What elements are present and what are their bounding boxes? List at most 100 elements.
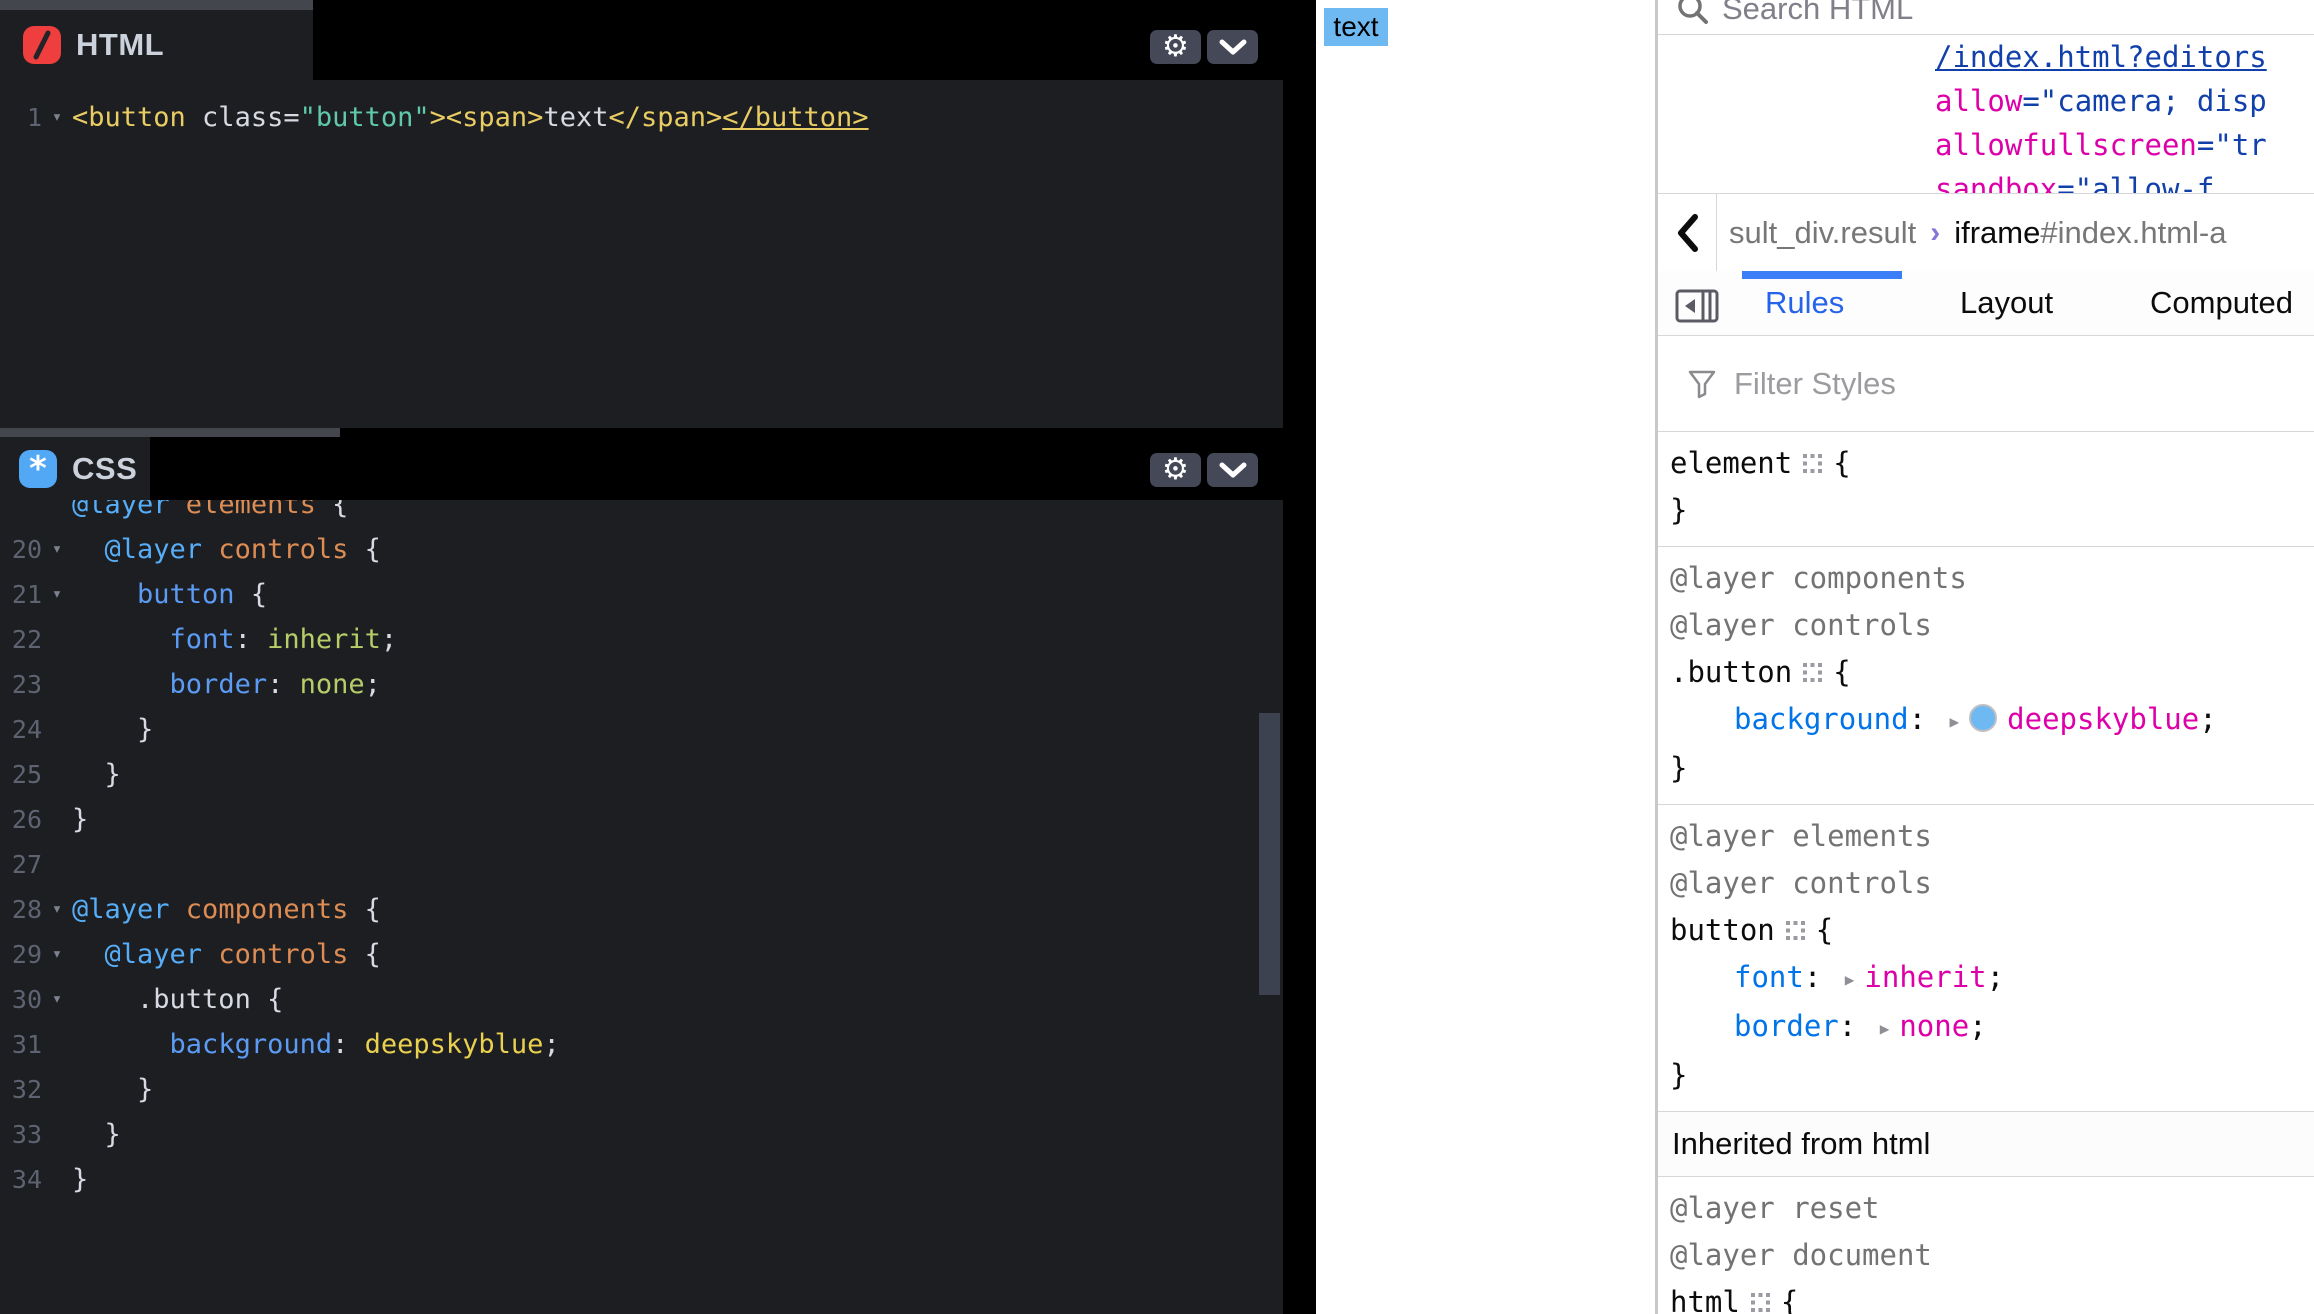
declaration-value[interactable]: inherit (1864, 960, 1986, 994)
preview-button[interactable]: text (1324, 8, 1388, 46)
markup-view[interactable]: /index.html?editors allow="camera; dispal… (1658, 35, 2314, 193)
code-line[interactable]: 24 } (0, 707, 1283, 752)
tab-rules[interactable]: Rules (1765, 285, 1844, 321)
markup-line[interactable]: allowfullscreen="tr (1658, 123, 2314, 167)
fold-caret-icon[interactable]: ▾ (42, 977, 72, 1022)
rule-selector-line: .button{ (1658, 649, 2314, 696)
tab-layout[interactable]: Layout (1960, 285, 2053, 321)
filter-styles-input[interactable]: Filter Styles (1658, 336, 2314, 432)
line-number: 20 (0, 527, 42, 572)
markup-value: ="allow-f (2057, 172, 2214, 193)
fold-caret-icon[interactable]: ▾ (42, 572, 72, 617)
line-number: 27 (0, 842, 42, 887)
breadcrumb-separator-icon: › (1930, 216, 1940, 250)
code-line[interactable]: 1▾<button class="button"><span>text</spa… (0, 95, 1283, 140)
expand-computed-icon[interactable]: ▶ (1880, 1005, 1890, 1052)
breadcrumb-divider (1716, 194, 1717, 271)
code-line[interactable]: 30▾ .button { (0, 977, 1283, 1022)
rule-block: @layer components@layer controls.button{… (1658, 547, 2314, 805)
devtools-search-input[interactable]: Search HTML (1658, 0, 2314, 35)
declaration-name[interactable]: border (1734, 1009, 1839, 1043)
line-number: 22 (0, 617, 42, 662)
css-collapse-button[interactable] (1207, 453, 1258, 487)
node-highlight-dots-icon[interactable] (1802, 662, 1823, 683)
markup-line[interactable]: allow="camera; disp (1658, 79, 2314, 123)
code-line[interactable]: 22 font: inherit; (0, 617, 1283, 662)
rule-block: @layer elements@layer controlsbutton{fon… (1658, 805, 2314, 1112)
css-settings-button[interactable]: ⚙ (1150, 453, 1201, 487)
line-number: 32 (0, 1067, 42, 1112)
node-highlight-dots-icon[interactable] (1802, 453, 1823, 474)
code-line[interactable]: 32 } (0, 1067, 1283, 1112)
css-code-editor[interactable]: @layer elements {20▾ @layer controls {21… (0, 500, 1283, 1314)
code-line[interactable]: 21▾ button { (0, 572, 1283, 617)
declaration-name[interactable]: font (1734, 960, 1804, 994)
tab-computed[interactable]: Computed (2150, 285, 2293, 321)
rule-layer-label: @layer components (1658, 555, 2314, 602)
rule-selector[interactable]: button (1670, 913, 1775, 947)
code-line[interactable]: 25 } (0, 752, 1283, 797)
code-text: @layer elements { (72, 500, 1283, 527)
rule-declaration[interactable]: border: ▶none; (1658, 1003, 2314, 1052)
expand-computed-icon[interactable]: ▶ (1950, 698, 1960, 745)
html-panel-drag-handle[interactable] (0, 0, 313, 10)
breadcrumb-item-node-tag[interactable]: iframe (1954, 215, 2040, 251)
expand-computed-icon[interactable]: ▶ (1845, 956, 1855, 1003)
markup-line[interactable]: /index.html?editors (1658, 35, 2314, 79)
code-line[interactable]: 33 } (0, 1112, 1283, 1157)
line-number: 1 (0, 95, 42, 140)
rule-declaration[interactable]: font: ▶inherit; (1658, 954, 2314, 1003)
code-line[interactable]: 28▾@layer components { (0, 887, 1283, 932)
code-line[interactable]: 20▾ @layer controls { (0, 527, 1283, 572)
fold-caret-icon[interactable]: ▾ (42, 932, 72, 977)
node-highlight-dots-icon[interactable] (1750, 1292, 1771, 1313)
fold-caret-icon[interactable]: ▾ (42, 527, 72, 572)
code-text: .button { (72, 977, 1283, 1022)
rule-declaration[interactable]: background: ▶deepskyblue; (1658, 696, 2314, 745)
node-highlight-dots-icon[interactable] (1785, 920, 1806, 941)
css-panel-tab: * CSS (0, 437, 150, 500)
declaration-name[interactable]: background (1734, 702, 1909, 736)
search-icon (1676, 0, 1710, 26)
markup-link[interactable]: /index.html?editors (1935, 40, 2267, 74)
code-line[interactable]: 26} (0, 797, 1283, 842)
declaration-value[interactable]: none (1899, 1009, 1969, 1043)
code-line[interactable]: 29▾ @layer controls { (0, 932, 1283, 977)
rule-selector[interactable]: element (1670, 446, 1792, 480)
active-tab-indicator (1742, 271, 1902, 279)
rule-closing-brace: } (1658, 745, 2314, 792)
code-line[interactable]: 27 (0, 842, 1283, 887)
result-preview-pane: text (1316, 0, 1655, 1314)
code-line[interactable]: 31 background: deepskyblue; (0, 1022, 1283, 1067)
markup-line[interactable]: sandbox="allow-f (1658, 167, 2314, 193)
code-text: } (72, 1112, 1283, 1157)
code-line[interactable]: @layer elements { (0, 500, 1283, 527)
rule-block: @layer reset@layer documenthtml{font-siz… (1658, 1177, 2314, 1314)
code-line[interactable]: 23 border: none; (0, 662, 1283, 707)
line-number: 25 (0, 752, 42, 797)
breadcrumb: sult_div.result › iframe #index.html-a (1658, 193, 2314, 272)
html-collapse-button[interactable] (1207, 30, 1258, 64)
editor-column: HTML ⚙ 1▾<button class="button"><span>te… (0, 0, 1283, 1314)
breadcrumb-item-node-id[interactable]: #index.html-a (2040, 215, 2226, 251)
fold-gutter (42, 1157, 72, 1202)
color-swatch[interactable] (1969, 704, 1997, 732)
code-text: } (72, 797, 1283, 842)
fold-caret-icon[interactable]: ▾ (42, 95, 72, 140)
rule-selector[interactable]: html (1670, 1285, 1740, 1314)
breadcrumb-item-parent[interactable]: sult_div.result (1729, 215, 1916, 251)
css-panel-drag-handle[interactable] (0, 428, 340, 437)
rule-block: element{} (1658, 432, 2314, 547)
css-editor-scrollbar-thumb[interactable] (1259, 713, 1280, 995)
fold-gutter (42, 707, 72, 752)
rule-layer-label: @layer elements (1658, 813, 2314, 860)
declaration-value[interactable]: deepskyblue (2007, 702, 2199, 736)
html-settings-button[interactable]: ⚙ (1150, 30, 1201, 64)
sidebar-toggle-button[interactable] (1674, 287, 1720, 330)
html-code-editor[interactable]: 1▾<button class="button"><span>text</spa… (0, 80, 1283, 428)
filter-funnel-icon (1686, 368, 1718, 400)
rule-selector[interactable]: .button (1670, 655, 1792, 689)
code-line[interactable]: 34} (0, 1157, 1283, 1202)
breadcrumb-back-button[interactable] (1658, 194, 1716, 271)
fold-caret-icon[interactable]: ▾ (42, 887, 72, 932)
